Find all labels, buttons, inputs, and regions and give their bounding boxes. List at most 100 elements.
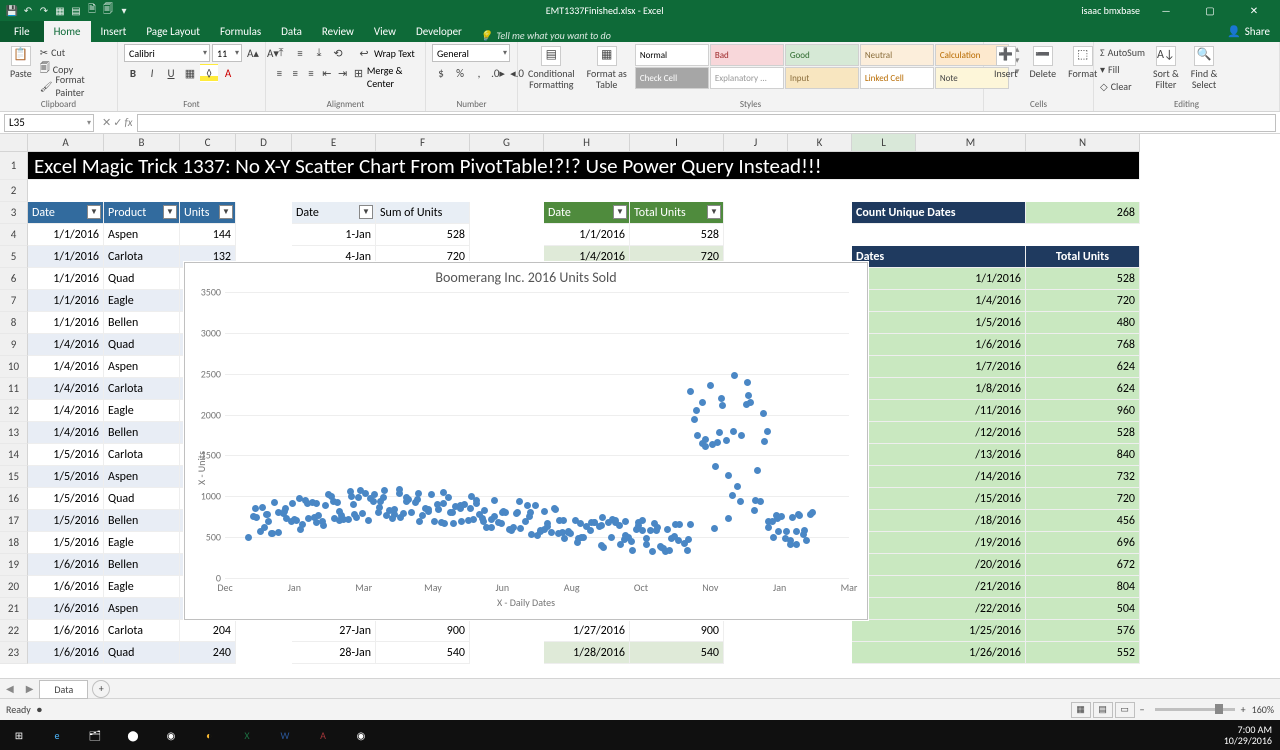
currency-button[interactable]: $ xyxy=(432,64,450,82)
align-right-button[interactable]: ≡ xyxy=(304,64,319,82)
indent-dec-button[interactable]: ⇤ xyxy=(319,64,334,82)
cell[interactable]: 1/5/2016 xyxy=(28,532,104,554)
cell[interactable]: 672 xyxy=(1026,554,1140,576)
delete-cells-button[interactable]: ➖Delete xyxy=(1026,44,1061,81)
tab-insert[interactable]: Insert xyxy=(91,21,137,42)
style-cell[interactable]: Check Cell xyxy=(635,67,709,89)
tab-review[interactable]: Review xyxy=(312,21,364,42)
taskbar-app-icon[interactable]: ◐ xyxy=(190,720,228,750)
comma-button[interactable]: , xyxy=(470,64,488,82)
underline-button[interactable]: U xyxy=(162,64,180,82)
clear-button[interactable]: ◇ Clear xyxy=(1100,78,1145,94)
row-header[interactable]: 5 xyxy=(0,246,28,268)
cell[interactable]: 1/28/2016 xyxy=(544,642,630,664)
cut-button[interactable]: ✂ Cut xyxy=(40,44,111,60)
cell[interactable]: 528 xyxy=(1026,422,1140,444)
cell[interactable]: 1/4/2016 xyxy=(28,422,104,444)
count-unique-value[interactable]: 268 xyxy=(1026,202,1140,224)
cell[interactable]: 720 xyxy=(1026,290,1140,312)
cell[interactable]: 1/27/2016 xyxy=(544,620,630,642)
cell[interactable]: Carlota xyxy=(104,444,180,466)
style-cell[interactable]: Explanatory ... xyxy=(710,67,784,89)
cell[interactable]: 804 xyxy=(1026,576,1140,598)
cell[interactable]: Eagle xyxy=(104,290,180,312)
zoom-slider[interactable] xyxy=(1155,708,1235,711)
user-name[interactable]: isaac bmxbase xyxy=(1081,4,1140,17)
table-header[interactable]: Total Units xyxy=(1026,246,1140,268)
cell[interactable]: 1/26/2016 xyxy=(852,642,1026,664)
pivot-header[interactable]: Sum of Units xyxy=(376,202,470,224)
cell[interactable]: 1/5/2016 xyxy=(28,466,104,488)
taskbar-ie-icon[interactable]: e xyxy=(38,720,76,750)
cell[interactable]: 528 xyxy=(376,224,470,246)
cell[interactable]: 900 xyxy=(630,620,724,642)
cell[interactable]: 1/7/2016 xyxy=(852,356,1026,378)
table-header[interactable]: Units▼ xyxy=(180,202,236,224)
table-header[interactable]: Date▼ xyxy=(28,202,104,224)
table-header[interactable]: Date▼ xyxy=(544,202,630,224)
row-header[interactable]: 9 xyxy=(0,334,28,356)
style-cell[interactable]: Input xyxy=(785,67,859,89)
formula-input[interactable] xyxy=(137,114,1276,132)
cell[interactable]: 1/4/2016 xyxy=(28,334,104,356)
indent-inc-button[interactable]: ⇥ xyxy=(335,64,350,82)
row-header[interactable]: 12 xyxy=(0,400,28,422)
cell[interactable]: /15/2016 xyxy=(852,488,1026,510)
cell[interactable]: Quad xyxy=(104,488,180,510)
column-header[interactable]: B xyxy=(104,134,180,152)
zoom-level[interactable]: 160% xyxy=(1252,703,1274,716)
row-header[interactable]: 4 xyxy=(0,224,28,246)
worksheet[interactable]: ABCDEFGHIJKLMN 1234567891011121314151617… xyxy=(0,134,1280,678)
row-header[interactable]: 1 xyxy=(0,152,28,180)
normal-view-button[interactable]: ▦ xyxy=(1071,702,1091,718)
row-header[interactable]: 17 xyxy=(0,510,28,532)
conditional-formatting-button[interactable]: ▤Conditional Formatting xyxy=(524,44,579,92)
cell[interactable]: 1/1/2016 xyxy=(852,268,1026,290)
insert-cells-button[interactable]: ➕Insert xyxy=(990,44,1022,81)
tab-nav-prev[interactable]: ◀ xyxy=(0,682,20,695)
font-color-button[interactable]: A xyxy=(219,64,237,82)
cell[interactable]: 1/4/2016 xyxy=(28,378,104,400)
column-header[interactable]: G xyxy=(470,134,544,152)
cell[interactable]: Bellen xyxy=(104,422,180,444)
cell[interactable]: Aspen xyxy=(104,466,180,488)
row-header[interactable]: 13 xyxy=(0,422,28,444)
scatter-chart[interactable]: Boomerang Inc. 2016 Units Sold X - Units… xyxy=(184,262,868,620)
cell[interactable]: 624 xyxy=(1026,378,1140,400)
border-button[interactable]: ▦ xyxy=(181,64,199,82)
align-center-button[interactable]: ≡ xyxy=(288,64,303,82)
table-header[interactable]: Dates xyxy=(852,246,1026,268)
cell[interactable]: 540 xyxy=(376,642,470,664)
fill-color-button[interactable]: ◊ xyxy=(200,64,218,82)
row-header[interactable]: 14 xyxy=(0,444,28,466)
cell[interactable]: 1/6/2016 xyxy=(28,576,104,598)
cell[interactable]: 456 xyxy=(1026,510,1140,532)
wrap-text-button[interactable]: ↩ xyxy=(355,44,373,62)
cell[interactable]: 1-Jan xyxy=(292,224,376,246)
share-button[interactable]: 👤Share xyxy=(1217,21,1280,42)
cell[interactable]: 1/1/2016 xyxy=(28,246,104,268)
cell[interactable]: 1/4/2016 xyxy=(28,356,104,378)
cell[interactable]: /20/2016 xyxy=(852,554,1026,576)
zoom-in-button[interactable]: + xyxy=(1241,703,1246,716)
cell[interactable]: 1/5/2016 xyxy=(28,444,104,466)
cell[interactable]: 144 xyxy=(180,224,236,246)
cell[interactable]: 1/25/2016 xyxy=(852,620,1026,642)
style-cell[interactable]: Linked Cell xyxy=(860,67,934,89)
filter-dropdown[interactable]: ▼ xyxy=(707,205,721,219)
row-header[interactable]: 11 xyxy=(0,378,28,400)
cell[interactable]: 1/6/2016 xyxy=(28,598,104,620)
style-cell[interactable]: Bad xyxy=(710,44,784,66)
row-header[interactable]: 22 xyxy=(0,620,28,642)
fx-icon[interactable]: fx xyxy=(124,116,132,129)
page-layout-view-button[interactable]: ▤ xyxy=(1093,702,1113,718)
column-header[interactable]: M xyxy=(916,134,1026,152)
cancel-fx-icon[interactable]: ✕ xyxy=(102,116,111,129)
format-painter-button[interactable]: 🖌 Format Painter xyxy=(40,78,111,94)
cell[interactable]: 1/8/2016 xyxy=(852,378,1026,400)
cell[interactable]: 1/1/2016 xyxy=(28,268,104,290)
name-box[interactable]: L35 xyxy=(4,114,94,132)
cell[interactable]: 1/5/2016 xyxy=(28,488,104,510)
cell[interactable]: 528 xyxy=(1026,268,1140,290)
cell[interactable]: Eagle xyxy=(104,532,180,554)
